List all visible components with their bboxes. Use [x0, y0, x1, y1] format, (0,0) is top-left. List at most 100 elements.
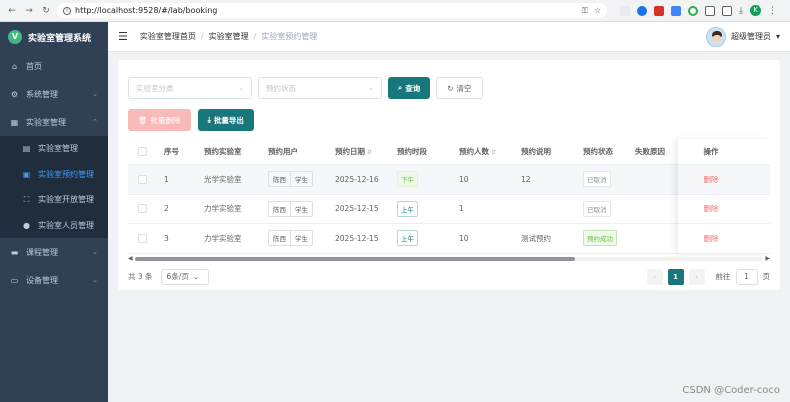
extension-icon[interactable]	[620, 5, 630, 16]
status-badge: 已取消	[583, 171, 611, 188]
back-icon[interactable]: ←	[6, 5, 18, 17]
user-menu[interactable]: 超级管理员 ▾	[705, 26, 780, 47]
key-icon[interactable]: ⚿	[582, 6, 588, 16]
logo[interactable]: V 实验室管理系统	[0, 22, 108, 52]
cell-slot: 上午	[389, 230, 451, 247]
page-number-button[interactable]: 1	[667, 268, 684, 285]
batch-delete-button[interactable]: 🗑 批量删除	[128, 109, 191, 131]
prev-page-button[interactable]: ‹	[646, 268, 663, 285]
chevron-up-icon: ⌃	[92, 118, 98, 126]
slot-tag: 上午	[397, 230, 418, 247]
table-row[interactable]: 2 力学实验室 陈西 学生 2025-12-15 上午 1 已取消 删除	[128, 195, 770, 224]
cell-date: 2025-12-16	[335, 174, 379, 184]
sidebar-item-system[interactable]: ⚙ 系统管理 ⌄	[0, 80, 108, 108]
delete-link[interactable]: 删除	[704, 204, 719, 213]
slot-tag: 下午	[397, 171, 418, 188]
user-name[interactable]: 超级管理员	[731, 31, 771, 42]
monitor-icon: ▭	[10, 275, 19, 285]
lab-submenu: ▤ 实验室管理 ▣ 实验室预约管理 ⛶ 实验室开放管理 ● 实验室人员管理	[0, 136, 108, 238]
user-name-tag: 陈西	[273, 176, 286, 185]
next-page-button[interactable]: ›	[688, 268, 705, 285]
forward-icon[interactable]: →	[23, 5, 35, 17]
scroll-thumb[interactable]	[134, 256, 575, 261]
clear-button[interactable]: ↻ 清空	[436, 77, 483, 99]
button-label: 批量删除	[150, 115, 181, 125]
info-icon[interactable]: i	[63, 6, 71, 15]
url-text[interactable]: http://localhost:9528/#/lab/booking	[75, 6, 578, 15]
user-role-tag: 学生	[290, 231, 312, 246]
goto-label: 前往	[715, 272, 731, 281]
goto-page-input[interactable]: 1	[735, 268, 758, 285]
cell-date: 2025-12-15	[335, 204, 379, 214]
table-row[interactable]: 1 光学实验室 陈西 学生 2025-12-16 下午 10 12 已取消 删除	[128, 165, 770, 195]
sidebar-item-home[interactable]: ⌂ 首页	[0, 52, 108, 80]
caret-down-icon[interactable]: ▾	[776, 32, 780, 41]
trash-icon: 🗑	[138, 115, 148, 125]
download-icon[interactable]: ⤓	[739, 6, 743, 16]
column-header: 预约说明	[521, 147, 551, 156]
sync-extension-icon[interactable]	[688, 5, 698, 16]
delete-link[interactable]: 删除	[704, 175, 719, 184]
user-role-tag: 学生	[290, 172, 312, 187]
cell-count: 1	[459, 204, 464, 214]
button-label: 批量导出	[213, 115, 244, 125]
row-checkbox[interactable]	[137, 204, 147, 214]
cell-index: 3	[164, 233, 169, 243]
sidebar-item-device[interactable]: ▭ 设备管理 ⌄	[0, 266, 108, 294]
horizontal-scrollbar[interactable]: ◀ ▶	[128, 255, 770, 263]
header-bar: ☰ 实验室管理首页 / 实验室管理 / 实验室预约管理 超级管理员 ▾	[108, 22, 790, 52]
address-bar[interactable]: i http://localhost:9528/#/lab/booking ⚿ …	[57, 3, 607, 18]
bookmark-star-icon[interactable]: ☆	[594, 6, 601, 16]
main-area: ☰ 实验室管理首页 / 实验室管理 / 实验室预约管理 超级管理员 ▾ 实验室分…	[108, 22, 790, 402]
sidebar-item-label: 实验室开放管理	[38, 195, 94, 205]
scroll-track[interactable]	[134, 256, 764, 261]
sidebar-item-lab-open[interactable]: ⛶ 实验室开放管理	[0, 187, 108, 213]
row-checkbox[interactable]	[137, 174, 147, 184]
download-icon: ⤓	[207, 115, 211, 124]
pdf-extension-icon[interactable]	[654, 5, 664, 16]
row-checkbox[interactable]	[137, 233, 147, 243]
hamburger-icon[interactable]: ☰	[118, 30, 128, 43]
delete-link[interactable]: 删除	[704, 234, 719, 243]
menu-kebab-icon[interactable]: ⋮	[768, 6, 777, 16]
status-badge: 已取消	[583, 200, 611, 217]
chevron-down-icon: ⌄	[92, 276, 98, 284]
table-row[interactable]: 3 力学实验室 陈西 学生 2025-12-15 上午 10 测试预约 预约成功 …	[128, 224, 770, 254]
sort-icon[interactable]: ⇵	[491, 149, 496, 156]
column-header-count[interactable]: 预约人数 ⇵	[451, 146, 513, 157]
cell-count: 10	[459, 174, 469, 184]
select-all-checkbox[interactable]	[137, 147, 147, 156]
sidebar-item-label: 课程管理	[26, 247, 58, 257]
status-select[interactable]: 预约状态 ⌄	[258, 77, 382, 99]
puzzle-icon[interactable]	[722, 5, 732, 16]
cell-lab: 光学实验室	[204, 174, 242, 184]
search-icon: ⌕	[398, 83, 403, 92]
profile-avatar[interactable]: K	[749, 5, 761, 16]
sidebar-item-lab-staff[interactable]: ● 实验室人员管理	[0, 213, 108, 239]
sort-icon[interactable]: ⇵	[367, 149, 372, 156]
search-button[interactable]: ⌕ 查询	[388, 77, 431, 99]
scroll-right-icon[interactable]: ▶	[765, 255, 770, 262]
category-select[interactable]: 实验室分类 ⌄	[128, 77, 252, 99]
translate-extension-icon[interactable]	[671, 5, 681, 16]
sidebar-item-lab[interactable]: ▦ 实验室管理 ⌃	[0, 108, 108, 136]
select-all-cell	[128, 147, 156, 156]
breadcrumb-item[interactable]: 实验室管理	[209, 31, 249, 42]
browser-toolbar: ← → ↻ i http://localhost:9528/#/lab/book…	[0, 0, 790, 22]
batch-export-button[interactable]: ⤓ 批量导出	[197, 109, 254, 131]
breadcrumb-item[interactable]: 实验室管理首页	[140, 31, 196, 42]
sidebar-item-lab-booking[interactable]: ▣ 实验室预约管理	[0, 162, 108, 188]
column-header-date[interactable]: 预约日期 ⇵	[327, 146, 389, 157]
check-extension-icon[interactable]	[637, 5, 647, 16]
reload-icon[interactable]: ↻	[40, 5, 52, 17]
slot-tag: 上午	[397, 200, 418, 217]
page-size-select[interactable]: 6条/页 ⌄	[160, 268, 209, 285]
select-placeholder: 实验室分类	[136, 83, 174, 93]
avatar[interactable]	[705, 26, 726, 47]
sidebar-item-lab-manage[interactable]: ▤ 实验室管理	[0, 136, 108, 162]
sidebar-item-course[interactable]: ▬ 课程管理 ⌄	[0, 238, 108, 266]
capture-extension-icon[interactable]	[705, 5, 715, 16]
scroll-left-icon[interactable]: ◀	[128, 255, 133, 262]
breadcrumb-separator: /	[253, 32, 257, 41]
logo-text: 实验室管理系统	[28, 33, 92, 44]
